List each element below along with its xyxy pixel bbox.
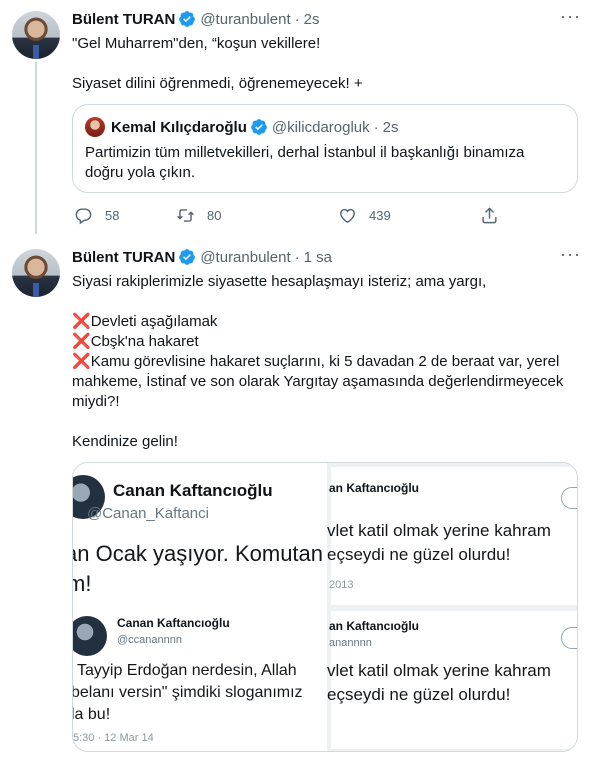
retweet-icon — [177, 208, 194, 222]
follow-button — [561, 487, 577, 509]
cross-mark-icon: ❌ — [72, 353, 91, 370]
like-icon — [340, 208, 355, 223]
list-item: ❌Cbşk'na hakaret — [72, 332, 577, 352]
quoted-tweet-header: Kemal Kılıçdaroğlu @kilicdarogluk · 2s — [111, 117, 398, 137]
quoted-author-avatar — [85, 117, 105, 137]
tweet-actions: 58 80 439 — [72, 205, 502, 225]
screenshot-author-name: Canan Kaftancıoğlu — [113, 481, 273, 500]
screenshot-author-handle: anannnn — [329, 637, 372, 649]
share-icon — [482, 206, 497, 223]
screenshot-author-name: an Kaftancıoğlu — [329, 481, 420, 495]
retweet-count: 80 — [207, 207, 222, 223]
tweet-text: Siyasi rakiplerimizle siyasette hesaplaş… — [72, 272, 577, 452]
screenshot-text-line: eçseydi ne güzel olurdu! — [327, 685, 511, 704]
screenshot-text-line: an Ocak yaşıyor. Komutan — [73, 541, 324, 566]
screenshot-card: an Kaftancıoğlu vlet katil olmak yerine … — [327, 467, 577, 605]
author-avatar[interactable] — [12, 249, 60, 297]
author-handle[interactable]: @turanbulent — [200, 249, 290, 266]
list-item-text: Cbşk'na hakaret — [90, 333, 199, 350]
tweet-closing: Kendinize gelin! — [72, 433, 178, 450]
reply-button[interactable]: 58 — [74, 206, 119, 225]
verified-badge-icon — [179, 11, 196, 27]
media-divider — [73, 607, 325, 609]
separator-dot: · — [294, 10, 300, 28]
media-divider — [325, 463, 327, 751]
tweet-timestamp[interactable]: 1 sa — [304, 249, 332, 266]
screenshot-text-line: vlet katil olmak yerine kahram — [327, 521, 551, 540]
screenshot-date: 2013 — [329, 579, 354, 591]
more-icon[interactable]: ··· — [560, 245, 580, 268]
screenshot-avatar — [73, 616, 107, 656]
author-name[interactable]: Bülent TURAN — [72, 11, 175, 28]
author-name[interactable]: Bülent TURAN — [72, 249, 175, 266]
author-avatar[interactable] — [12, 11, 60, 59]
separator-dot: · — [294, 248, 300, 266]
screenshot-date: 5:30 · 12 Mar 14 — [73, 732, 154, 744]
quoted-tweet[interactable]: Kemal Kılıçdaroğlu @kilicdarogluk · 2s P… — [72, 104, 578, 193]
tweet-text-line: Siyaset dilini öğrenmedi, öğrenemeyecek!… — [72, 75, 363, 92]
screenshot-author-handle: @ccanannnn — [117, 634, 182, 646]
screenshot-text-line: Tayyip Erdoğan nerdesin, Allah — [77, 662, 297, 679]
follow-button — [561, 627, 577, 649]
quoted-author-handle: @kilicdarogluk — [271, 118, 370, 136]
like-count: 439 — [369, 207, 391, 223]
reply-count: 58 — [105, 207, 120, 223]
quoted-tweet-timestamp: 2s — [382, 118, 399, 136]
media-image-3[interactable]: Canan Kaftancıoğlu @ccanannnn Tayyip Erd… — [73, 608, 325, 751]
media-image-2[interactable]: an Kaftancıoğlu vlet katil olmak yerine … — [327, 463, 577, 751]
tweet-text-line: "Gel Muharrem"den, “koşun vekillere! — [72, 35, 321, 52]
reply-icon — [75, 207, 92, 224]
quoted-author-name: Kemal Kılıçdaroğlu — [111, 118, 247, 136]
screenshot-text-line: vlet katil olmak yerine kahram — [327, 661, 551, 680]
tweet-text: "Gel Muharrem"den, “koşun vekillere! Siy… — [72, 34, 577, 94]
tweet-intro: Siyasi rakiplerimizle siyasette hesaplaş… — [72, 273, 487, 290]
like-button[interactable]: 439 — [338, 206, 391, 225]
list-item: ❌Devleti aşağılamak — [72, 312, 577, 332]
screenshot-text-line: eçseydi ne güzel olurdu! — [327, 545, 511, 564]
tweet-header: Bülent TURAN @turanbulent · 1 sa — [72, 247, 332, 267]
screenshot-text-line: belanı versin" şimdiki sloganımız — [73, 684, 303, 701]
screenshot-text-line: m! — [73, 571, 92, 596]
verified-badge-icon — [179, 249, 196, 265]
screenshot-card: an Kaftancıoğlu anannnn vlet katil olmak… — [327, 611, 577, 749]
share-button[interactable] — [480, 206, 511, 225]
tweet-2[interactable]: Bülent TURAN @turanbulent · 1 sa ··· Siy… — [0, 238, 594, 757]
list-item: ❌Kamu görevlisine hakaret suçlarını, ki … — [72, 352, 577, 412]
author-handle[interactable]: @turanbulent — [200, 11, 290, 28]
screenshot-author-name: an Kaftancıoğlu — [329, 619, 420, 633]
media-grid[interactable]: Canan Kaftancıoğlu @Canan_Kaftanci an Oc… — [72, 462, 578, 752]
screenshot-author-handle: @Canan_Kaftanci — [87, 505, 209, 522]
tweet-header: Bülent TURAN @turanbulent · 2s — [72, 9, 319, 29]
cross-mark-icon: ❌ — [72, 313, 91, 330]
tweet-1[interactable]: Bülent TURAN @turanbulent · 2s ··· "Gel … — [0, 0, 594, 238]
retweet-button[interactable]: 80 — [176, 206, 221, 225]
list-item-text: Kamu görevlisine hakaret suçlarını, ki 5… — [72, 353, 564, 410]
list-item-text: Devleti aşağılamak — [90, 313, 218, 330]
quoted-tweet-text: Partimizin tüm milletvekilleri, derhal İ… — [85, 144, 525, 181]
screenshot-text-line: la bu! — [73, 706, 111, 723]
separator-dot: · — [373, 118, 379, 136]
cross-mark-icon: ❌ — [72, 333, 91, 350]
more-icon[interactable]: ··· — [560, 7, 580, 30]
verified-badge-icon — [251, 119, 267, 135]
screenshot-author-name: Canan Kaftancıoğlu — [117, 616, 230, 630]
media-image-1[interactable]: Canan Kaftancıoğlu @Canan_Kaftanci an Oc… — [73, 463, 325, 608]
tweet-timestamp[interactable]: 2s — [304, 11, 320, 28]
